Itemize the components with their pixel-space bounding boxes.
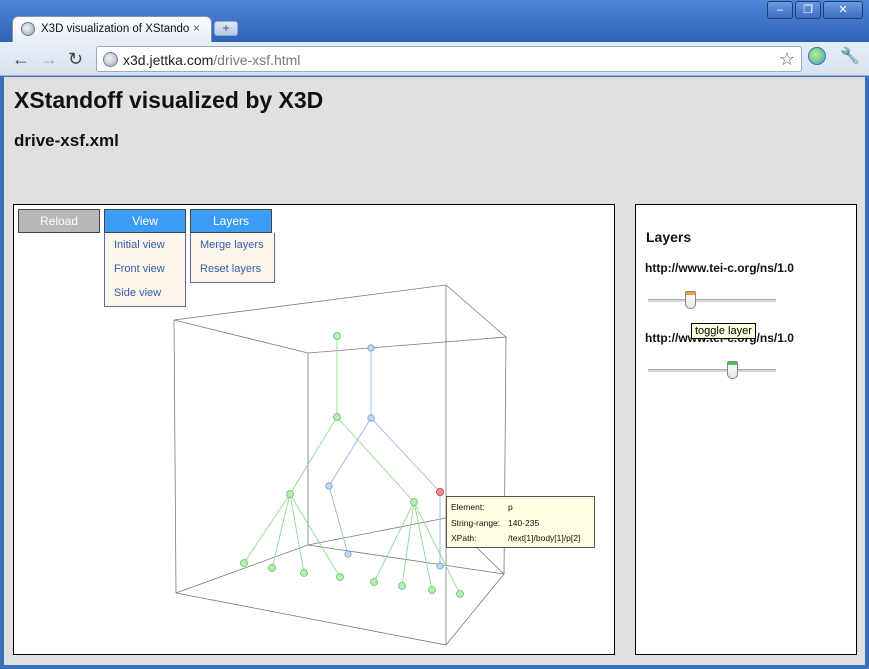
toggle-layer-tooltip: toggle layer — [691, 323, 756, 339]
node-green-leaf — [300, 569, 308, 577]
node-green-l1 — [333, 413, 341, 421]
node-green-leaf — [268, 564, 276, 572]
node-blue-leaf — [344, 550, 352, 558]
layer-1-slider-thumb[interactable] — [685, 291, 696, 309]
menu-item-front-view[interactable]: Front view — [105, 257, 185, 281]
tooltip-row: String-range: 140-235 — [451, 517, 540, 528]
menu-item-side-view[interactable]: Side view — [105, 281, 185, 305]
close-tab-icon[interactable]: × — [193, 21, 200, 35]
selected-node[interactable] — [435, 487, 444, 496]
node-blue-l2 — [325, 482, 333, 490]
node-green-l2a — [286, 490, 294, 498]
node-blue-leaf — [436, 562, 444, 570]
minimize-button[interactable]: – — [767, 1, 793, 19]
close-window-button[interactable]: ✕ — [823, 1, 863, 19]
node-green-leaf — [240, 559, 248, 567]
menu-item-merge-layers[interactable]: Merge layers — [191, 233, 274, 257]
node-green-leaf — [398, 582, 406, 590]
layer-2-slider[interactable] — [648, 361, 776, 379]
page-subtitle: drive-xsf.xml — [14, 131, 119, 150]
layers-panel-title: Layers — [646, 229, 692, 245]
browser-tab[interactable]: X3D visualization of XStandoff × — [12, 16, 212, 42]
globe-icon — [21, 22, 35, 36]
reload-button[interactable]: Reload — [18, 209, 100, 233]
title-bar: X3D visualization of XStandoff × + – ❐ ✕ — [0, 0, 869, 42]
menu-item-reset-layers[interactable]: Reset layers — [191, 257, 274, 281]
bounding-box — [173, 284, 507, 646]
url-text: x3d.jettka.com/drive-xsf.html — [123, 52, 301, 68]
node-info-tooltip: Element: p String-range: 140-235 XPath:/te… — [446, 496, 595, 548]
blue-layer-edges — [328, 348, 441, 566]
back-icon[interactable]: ← — [12, 49, 30, 70]
tab-title: X3D visualization of XStandoff — [41, 23, 189, 35]
node-green-l2b — [410, 498, 418, 506]
node-green-leaf — [428, 586, 436, 594]
tooltip-row: XPath:/text[1]/body[1]/p[2] — [451, 533, 581, 543]
bookmark-star-icon[interactable]: ☆ — [779, 49, 795, 70]
new-tab-button[interactable]: + — [214, 21, 238, 36]
green-layer-edges — [243, 336, 461, 595]
node-blue-root — [367, 344, 375, 352]
page-content: XStandoff visualized by X3D drive-xsf.xm… — [4, 77, 865, 665]
node-green-leaf — [336, 573, 344, 581]
address-bar[interactable]: x3d.jettka.com/drive-xsf.html ☆ — [96, 46, 802, 72]
view-menu-button[interactable]: View — [104, 209, 186, 233]
reload-icon[interactable]: ↻ — [68, 49, 83, 70]
wrench-icon[interactable]: 🔧 — [840, 46, 860, 66]
menu-item-initial-view[interactable]: Initial view — [105, 233, 185, 257]
forward-icon[interactable]: → — [40, 49, 58, 70]
layer-1-slider[interactable] — [648, 291, 776, 309]
layer-2-slider-thumb[interactable] — [727, 361, 738, 379]
node-green-root — [333, 332, 341, 340]
layers-panel: Layers http://www.tei-c.org/ns/1.0 http:… — [635, 204, 857, 655]
extension-icon[interactable] — [808, 47, 826, 65]
page-title: XStandoff visualized by X3D — [14, 87, 324, 113]
blue-layer-nodes[interactable] — [325, 344, 444, 570]
view-menu: Initial view Front view Side view — [104, 233, 186, 307]
layers-menu: Merge layers Reset layers — [190, 233, 275, 283]
node-green-leaf — [456, 590, 464, 598]
maximize-button[interactable]: ❐ — [795, 1, 821, 19]
browser-toolbar: ← → ↻ x3d.jettka.com/drive-xsf.html ☆ — [0, 42, 869, 76]
node-green-leaf — [370, 578, 378, 586]
x3d-viewer[interactable]: Reload View Layers Initial view Front vi… — [13, 204, 615, 655]
layer-1-name: http://www.tei-c.org/ns/1.0 — [645, 261, 794, 275]
window-controls: – ❐ ✕ — [767, 1, 863, 19]
layers-menu-button[interactable]: Layers — [190, 209, 272, 233]
page-globe-icon — [103, 52, 118, 67]
tooltip-row: Element: p — [451, 502, 513, 512]
node-blue-l1 — [367, 414, 375, 422]
